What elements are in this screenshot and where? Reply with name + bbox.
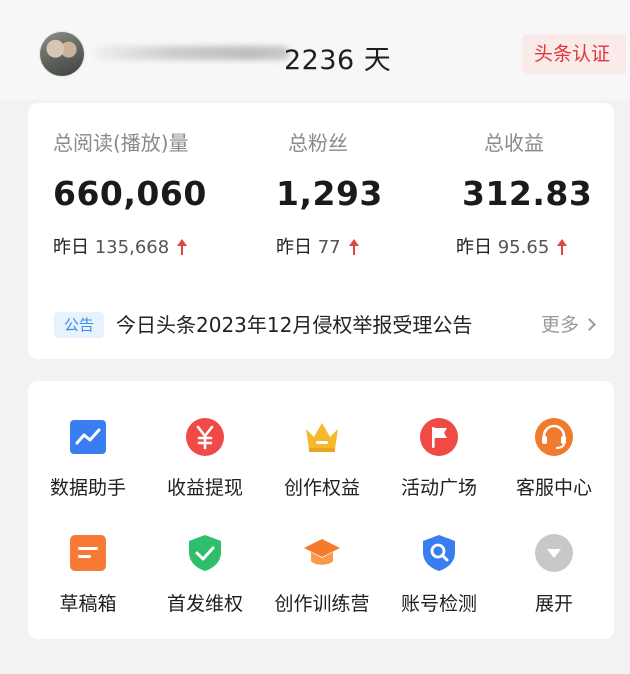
tool-label: 首发维权 bbox=[166, 593, 243, 615]
tool-label: 收益提现 bbox=[166, 477, 243, 499]
stat-label: 总阅读(播放)量 bbox=[53, 131, 189, 155]
expand-icon bbox=[535, 534, 573, 572]
headset-icon bbox=[535, 418, 573, 456]
stat-total-earnings[interactable]: 总收益 312.83 昨日 95.65 bbox=[456, 127, 630, 259]
stat-yesterday: 昨日 77 bbox=[276, 233, 472, 259]
tool-original-protection[interactable]: 首发维权 bbox=[147, 533, 263, 643]
avatar[interactable] bbox=[40, 32, 84, 76]
stat-label: 总粉丝 bbox=[288, 131, 348, 155]
tool-label: 客服中心 bbox=[515, 477, 592, 499]
certification-badge[interactable]: 头条认证 bbox=[522, 34, 626, 74]
tool-label: 创作训练营 bbox=[274, 593, 370, 615]
creator-home: 2236 天 头条认证 总阅读(播放)量 660,060 昨日 135,668 … bbox=[0, 0, 630, 674]
account-check-icon bbox=[423, 535, 455, 571]
yesterday-label: 昨日 bbox=[276, 237, 312, 258]
yesterday-label: 昨日 bbox=[456, 237, 492, 258]
yesterday-value: 135,668 bbox=[94, 237, 170, 258]
draft-box-icon bbox=[70, 535, 106, 571]
tool-label: 数据助手 bbox=[49, 477, 126, 499]
tool-expand[interactable]: 展开 bbox=[496, 533, 612, 643]
announcement-bar[interactable]: 公告 今日头条2023年12月侵权举报受理公告 更多 bbox=[54, 310, 596, 340]
profile-header: 2236 天 头条认证 bbox=[0, 0, 630, 100]
stat-value: 312.83 bbox=[462, 174, 593, 213]
tool-label: 展开 bbox=[534, 593, 573, 615]
yen-withdraw-icon bbox=[186, 418, 224, 456]
tool-earnings-withdraw[interactable]: 收益提现 bbox=[147, 417, 263, 527]
stat-value: 660,060 bbox=[53, 174, 207, 213]
data-assistant-icon bbox=[70, 420, 106, 454]
tool-creator-rights[interactable]: 创作权益 bbox=[264, 417, 380, 527]
stat-yesterday: 昨日 95.65 bbox=[456, 233, 630, 259]
yesterday-value: 77 bbox=[317, 237, 341, 258]
crown-icon bbox=[306, 423, 338, 452]
tool-drafts[interactable]: 草稿箱 bbox=[30, 533, 146, 643]
arrow-up-icon bbox=[177, 239, 188, 255]
tool-label: 账号检测 bbox=[400, 593, 477, 615]
stat-label: 总收益 bbox=[484, 131, 544, 155]
tool-customer-service[interactable]: 客服中心 bbox=[496, 417, 612, 527]
tools-grid: 数据助手 收益提现 创作权益 活动广场 客服中心 草稿箱 首发维权 创作训练营 … bbox=[28, 381, 614, 639]
stats-card: 总阅读(播放)量 660,060 昨日 135,668 总粉丝 1,293 昨日… bbox=[28, 103, 614, 359]
yesterday-value: 95.65 bbox=[497, 237, 550, 258]
flag-icon bbox=[420, 418, 458, 456]
announcement-text[interactable]: 今日头条2023年12月侵权举报受理公告 bbox=[116, 310, 472, 340]
graduation-cap-icon bbox=[304, 539, 340, 565]
tool-account-check[interactable]: 账号检测 bbox=[381, 533, 497, 643]
stat-total-reads[interactable]: 总阅读(播放)量 660,060 昨日 135,668 bbox=[53, 127, 249, 259]
yesterday-label: 昨日 bbox=[53, 237, 89, 258]
creation-days: 2236 天 bbox=[284, 45, 392, 76]
arrow-up-icon bbox=[348, 239, 359, 255]
announcement-tag: 公告 bbox=[54, 312, 104, 338]
more-label: 更多 bbox=[540, 314, 579, 336]
chevron-right-icon bbox=[583, 318, 596, 331]
stat-value: 1,293 bbox=[276, 174, 383, 213]
tool-label: 活动广场 bbox=[400, 477, 477, 499]
stat-yesterday: 昨日 135,668 bbox=[53, 233, 249, 259]
tool-label: 创作权益 bbox=[283, 477, 360, 499]
username-blurred bbox=[94, 46, 290, 60]
shield-check-icon bbox=[189, 535, 221, 571]
more-link[interactable]: 更多 bbox=[540, 310, 596, 340]
arrow-up-icon bbox=[557, 239, 568, 255]
tool-creator-training[interactable]: 创作训练营 bbox=[264, 533, 380, 643]
tool-label: 草稿箱 bbox=[59, 593, 117, 615]
stat-total-fans[interactable]: 总粉丝 1,293 昨日 77 bbox=[276, 127, 472, 259]
tool-event-plaza[interactable]: 活动广场 bbox=[381, 417, 497, 527]
tool-data-assistant[interactable]: 数据助手 bbox=[30, 417, 146, 527]
